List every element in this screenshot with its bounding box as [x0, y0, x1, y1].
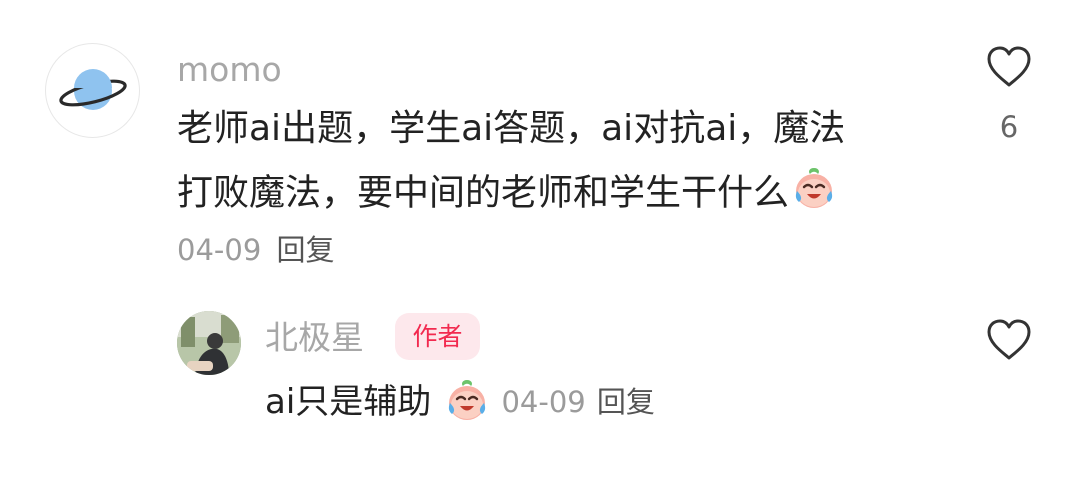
crying-laughing-emoji-icon	[791, 165, 837, 218]
avatar-photo-icon	[177, 311, 241, 375]
comment-date: 04-09	[177, 233, 262, 267]
like-button[interactable]	[985, 45, 1033, 93]
heart-icon	[987, 319, 1031, 360]
comment-text-line-1: 老师ai出题，学生ai答题，ai对抗ai，魔法	[177, 108, 846, 149]
reply-date: 04-09	[501, 384, 586, 419]
author-badge: 作者	[395, 313, 480, 360]
comment-meta: 04-09 回复	[177, 236, 335, 265]
reply-like-button[interactable]	[985, 318, 1033, 366]
reply-content: ai只是辅助 04-09 回复	[265, 377, 655, 427]
comment-text-line-2-text: 打败魔法，要中间的老师和学生干什么	[177, 172, 790, 214]
reply-user-avatar[interactable]	[177, 311, 241, 375]
reply-reply-button[interactable]: 回复	[597, 385, 655, 419]
planet-icon	[59, 69, 127, 110]
reply-username[interactable]: 北极星	[265, 321, 364, 354]
reply-button[interactable]: 回复	[277, 233, 335, 267]
heart-icon	[987, 46, 1031, 87]
comment-text-line-2: 打败魔法，要中间的老师和学生干什么	[177, 168, 837, 218]
comment-username[interactable]: momo	[177, 53, 282, 86]
user-avatar[interactable]	[45, 43, 140, 138]
like-count: 6	[999, 110, 1019, 144]
reply-text: ai只是辅助	[265, 382, 432, 422]
crying-laughing-emoji-icon	[444, 377, 490, 427]
